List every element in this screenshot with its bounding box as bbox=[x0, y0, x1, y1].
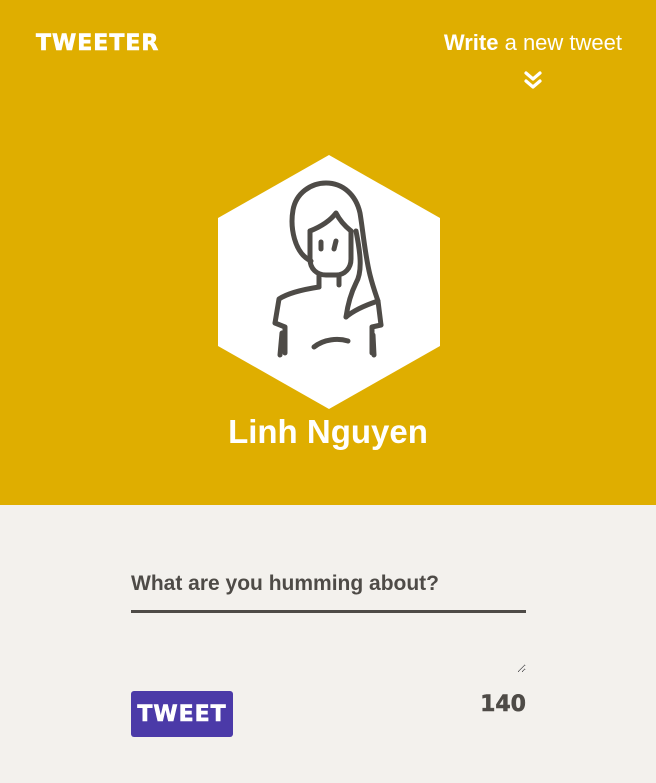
tweet-input[interactable] bbox=[131, 615, 526, 673]
tweet-button[interactable]: TWEET bbox=[131, 691, 233, 737]
write-tweet-link-strong: Write bbox=[443, 30, 499, 55]
profile-header: TWEETER Write a new tweet Linh Nguyen bbox=[0, 0, 656, 505]
character-counter: 140 bbox=[480, 692, 526, 718]
composer-actions: TWEET 140 bbox=[131, 691, 526, 737]
chevrons-down-icon[interactable] bbox=[522, 70, 544, 92]
write-tweet-link[interactable]: Write a new tweet bbox=[444, 30, 622, 56]
tweet-composer: What are you humming about? bbox=[131, 560, 526, 673]
app-logo: TWEETER bbox=[36, 31, 160, 57]
composer-label: What are you humming about? bbox=[131, 572, 439, 595]
avatar bbox=[218, 155, 440, 409]
avatar-hexagon bbox=[218, 155, 440, 409]
composer-divider bbox=[131, 610, 526, 613]
profile-name: Linh Nguyen bbox=[228, 413, 428, 450]
woman-avatar-icon bbox=[218, 155, 440, 409]
write-tweet-link-rest: a new tweet bbox=[498, 30, 622, 55]
